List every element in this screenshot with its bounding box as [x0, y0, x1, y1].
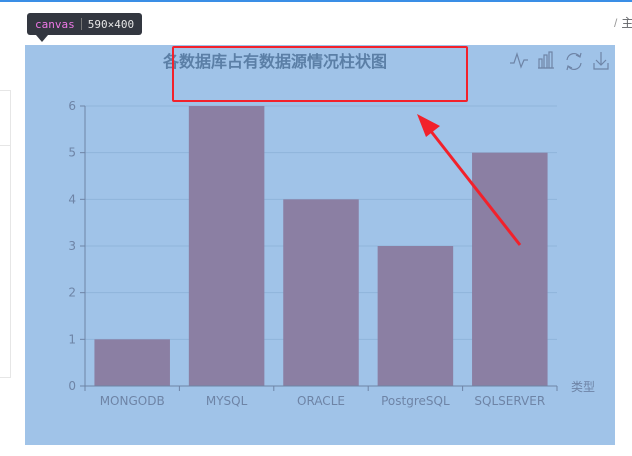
x-tick-label: SQLSERVER — [474, 394, 545, 408]
top-accent-line — [0, 0, 632, 2]
line-chart-icon[interactable] — [508, 51, 528, 71]
devtools-tooltip-divider — [80, 18, 82, 30]
bar-chart: 0 1 2 3 4 5 6 MONGODB MYSQL ORACLE PostgreSQL SQLSE… — [25, 45, 615, 445]
bar[interactable] — [188, 106, 265, 386]
bar[interactable] — [283, 199, 359, 386]
x-tick-label: MYSQL — [206, 394, 248, 408]
devtools-element-tooltip: canvas 590×400 — [27, 13, 143, 35]
x-tick-label: MONGODB — [100, 394, 165, 408]
devtools-tag-name: canvas — [35, 17, 75, 31]
bar[interactable] — [94, 339, 170, 386]
breadcrumb: / 主 — [614, 14, 632, 31]
breadcrumb-separator: / — [614, 16, 618, 30]
devtools-tooltip-arrow — [36, 35, 48, 42]
y-tick-label: 4 — [68, 192, 76, 206]
x-tick-label: PostgreSQL — [381, 394, 450, 408]
breadcrumb-current[interactable]: 主 — [621, 16, 632, 30]
y-tick-label: 2 — [68, 286, 76, 300]
bar[interactable] — [472, 152, 548, 386]
bar-chart-icon[interactable] — [536, 51, 556, 71]
y-tick-label: 6 — [68, 99, 76, 113]
x-axis-label: 类型 — [571, 380, 595, 394]
y-tick-label: 5 — [68, 146, 76, 160]
refresh-icon[interactable] — [564, 51, 584, 71]
download-icon[interactable] — [591, 51, 611, 71]
y-tick-label: 3 — [68, 239, 76, 253]
y-tick-label: 1 — [68, 332, 76, 346]
bar[interactable] — [377, 246, 454, 386]
x-tick-label: ORACLE — [297, 394, 345, 408]
y-tick-label: 0 — [68, 379, 76, 393]
chart-title: 各数据库占有数据源情况柱状图 — [162, 52, 387, 71]
chart-canvas: 0 1 2 3 4 5 6 MONGODB MYSQL ORACLE PostgreSQL SQLSE… — [25, 45, 615, 445]
side-panel — [0, 90, 11, 378]
side-panel-divider — [0, 145, 10, 146]
devtools-dimensions: 590×400 — [87, 17, 135, 31]
